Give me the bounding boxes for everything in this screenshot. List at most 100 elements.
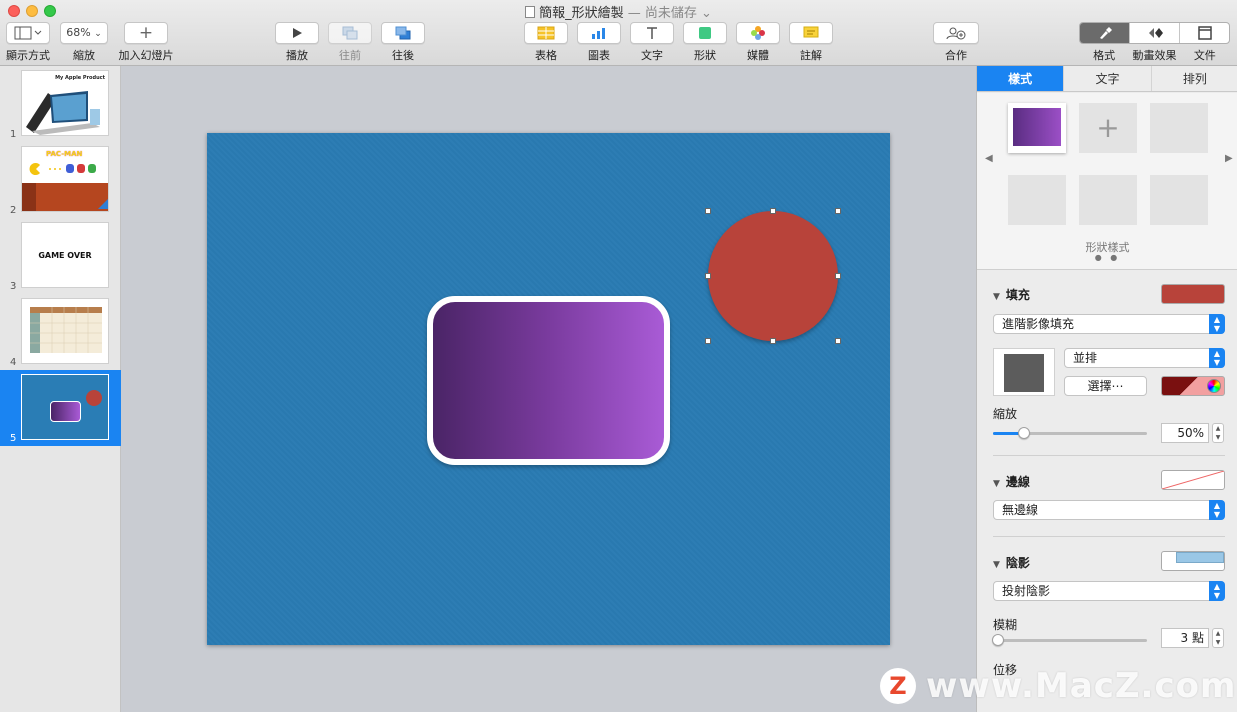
save-status[interactable]: 尚未儲存 bbox=[645, 6, 697, 21]
slide-thumbnail-3[interactable]: GAME OVER 3 bbox=[0, 218, 121, 294]
collaborate-button[interactable]: 合作 bbox=[933, 22, 979, 63]
chevron-down-icon[interactable]: ⌄ bbox=[701, 6, 712, 21]
bring-forward-button[interactable]: 往前 bbox=[328, 22, 372, 63]
shadow-section-header[interactable]: ▼ 陰影 bbox=[993, 554, 1030, 571]
chart-button[interactable]: 圖表 bbox=[577, 22, 621, 63]
thumb-circle-shape bbox=[86, 390, 102, 406]
chevron-left-icon[interactable]: ◀ bbox=[985, 153, 993, 164]
shape-style-swatch-empty[interactable] bbox=[1008, 175, 1066, 225]
shape-button[interactable]: 形狀 bbox=[683, 22, 727, 63]
shape-style-swatch-1[interactable] bbox=[1008, 103, 1066, 153]
color-wheel-icon[interactable] bbox=[1207, 379, 1221, 393]
zoom-menu[interactable]: 68% ⌄ 縮放 bbox=[60, 22, 108, 63]
scale-slider[interactable] bbox=[993, 427, 1147, 439]
blur-slider-knob[interactable] bbox=[991, 634, 1004, 646]
view-menu[interactable]: 顯示方式 bbox=[6, 22, 50, 63]
macz-logo: Z bbox=[880, 668, 916, 704]
comment-icon bbox=[803, 26, 819, 38]
document-tab-button[interactable] bbox=[1180, 23, 1229, 43]
shape-style-swatch-empty[interactable] bbox=[1150, 103, 1208, 153]
add-shape-style-button[interactable]: + bbox=[1079, 103, 1137, 153]
play-icon bbox=[293, 28, 302, 38]
slide-canvas[interactable] bbox=[121, 66, 976, 712]
disclosure-triangle-icon: ▼ bbox=[993, 292, 1000, 302]
blur-slider[interactable] bbox=[991, 634, 1147, 646]
chevron-down-icon: ⌄ bbox=[94, 29, 102, 39]
send-backward-button[interactable]: 往後 bbox=[381, 22, 425, 63]
resize-handle-top-right[interactable] bbox=[835, 208, 841, 214]
toolbar: 簡報_形狀繪製 — 尚未儲存 ⌄ 顯示方式 68% ⌄ 縮放 + 加入幻燈片 播… bbox=[0, 0, 1237, 66]
add-slide-button[interactable]: + 加入幻燈片 bbox=[118, 22, 174, 63]
format-inspector: 樣式 文字 排列 ◀ ▶ + 形狀樣式 ● ● ▼ 填充 進階影像填充 ▲ ▼ 並排 ▲… bbox=[976, 66, 1237, 712]
thumb-rect-shape bbox=[50, 401, 81, 422]
play-button[interactable]: 播放 bbox=[275, 22, 319, 63]
chevron-updown-icon: ▲ ▼ bbox=[1209, 348, 1225, 368]
current-slide[interactable] bbox=[207, 133, 890, 645]
tint-color-well[interactable] bbox=[1161, 376, 1225, 396]
slide-thumbnail-5[interactable]: 5 bbox=[0, 370, 121, 446]
rounded-rectangle-shape[interactable] bbox=[427, 296, 670, 465]
fill-type-select[interactable]: 進階影像填充 ▲ ▼ bbox=[993, 314, 1225, 334]
resize-handle-left[interactable] bbox=[705, 273, 711, 279]
slide-thumbnail-2[interactable]: PAC-MAN 2 bbox=[0, 142, 121, 218]
comment-button[interactable]: 註解 bbox=[789, 22, 833, 63]
tile-mode-select[interactable]: 並排 ▲ ▼ bbox=[1064, 348, 1225, 368]
resize-handle-right[interactable] bbox=[835, 273, 841, 279]
shape-icon bbox=[699, 27, 711, 39]
slide-preview[interactable]: My Apple Product bbox=[21, 70, 109, 136]
resize-handle-bottom-right[interactable] bbox=[835, 338, 841, 344]
fill-image-preview[interactable] bbox=[993, 348, 1055, 396]
blur-field[interactable]: 3 點 bbox=[1161, 628, 1209, 648]
text-button[interactable]: 文字 bbox=[630, 22, 674, 63]
slide-preview[interactable] bbox=[21, 374, 109, 440]
pacman-scene-image bbox=[22, 163, 108, 211]
slide-preview[interactable]: GAME OVER bbox=[21, 222, 109, 288]
fill-section-header[interactable]: ▼ 填充 bbox=[993, 286, 1030, 303]
resize-handle-top[interactable] bbox=[770, 208, 776, 214]
scale-slider-knob[interactable] bbox=[1017, 427, 1030, 439]
tab-text[interactable]: 文字 bbox=[1064, 66, 1152, 91]
border-type-select[interactable]: 無邊線 ▲ ▼ bbox=[993, 500, 1225, 520]
resize-handle-top-left[interactable] bbox=[705, 208, 711, 214]
plus-icon: + bbox=[138, 23, 154, 43]
slide-thumbnail-1[interactable]: My Apple Product 1 bbox=[0, 66, 121, 142]
table-button[interactable]: 表格 bbox=[524, 22, 568, 63]
page-indicator[interactable]: ● ● bbox=[977, 253, 1237, 262]
shadow-preview-well[interactable] bbox=[1161, 551, 1225, 571]
shape-style-swatch-empty[interactable] bbox=[1150, 175, 1208, 225]
inspector-tabs: 樣式 文字 排列 bbox=[977, 66, 1237, 92]
tab-arrange[interactable]: 排列 bbox=[1152, 66, 1237, 91]
chevron-right-icon[interactable]: ▶ bbox=[1225, 153, 1233, 164]
border-color-well[interactable] bbox=[1161, 470, 1225, 490]
window-title: 簡報_形狀繪製 — 尚未儲存 ⌄ bbox=[0, 2, 1237, 21]
animate-icon bbox=[1148, 28, 1163, 38]
blur-stepper[interactable]: ▲ ▼ bbox=[1212, 628, 1224, 648]
media-button[interactable]: 媒體 bbox=[736, 22, 780, 63]
animate-tab-button[interactable] bbox=[1130, 23, 1180, 43]
table-icon bbox=[537, 26, 555, 40]
send-backward-icon bbox=[395, 26, 411, 40]
format-tab-button[interactable] bbox=[1080, 23, 1130, 43]
tab-style[interactable]: 樣式 bbox=[977, 66, 1065, 91]
table-preview-image bbox=[30, 307, 102, 353]
chart-icon bbox=[592, 28, 605, 39]
resize-handle-bottom[interactable] bbox=[770, 338, 776, 344]
photos-icon bbox=[751, 26, 765, 40]
border-section-header[interactable]: ▼ 邊線 bbox=[993, 473, 1030, 490]
scale-field[interactable]: 50% bbox=[1161, 423, 1209, 443]
resize-handle-bottom-left[interactable] bbox=[705, 338, 711, 344]
plus-icon: + bbox=[1096, 111, 1120, 144]
inspector-switcher-labels: 格式 動畫效果 文件 bbox=[1093, 49, 1216, 62]
slide-preview[interactable] bbox=[21, 298, 109, 364]
slide-thumbnail-4[interactable]: 4 bbox=[0, 294, 121, 370]
fill-color-well[interactable] bbox=[1161, 284, 1225, 304]
shape-style-swatch-empty[interactable] bbox=[1079, 175, 1137, 225]
selection-box bbox=[705, 208, 841, 344]
choose-image-button[interactable]: 選擇⋯ bbox=[1064, 376, 1147, 396]
shadow-type-select[interactable]: 投射陰影 ▲ ▼ bbox=[993, 581, 1225, 601]
document-icon bbox=[525, 6, 536, 18]
sidebar-view-icon bbox=[14, 26, 42, 40]
zoom-value: 68% bbox=[66, 26, 91, 39]
scale-stepper[interactable]: ▲ ▼ bbox=[1212, 423, 1224, 443]
slide-preview[interactable]: PAC-MAN bbox=[21, 146, 109, 212]
